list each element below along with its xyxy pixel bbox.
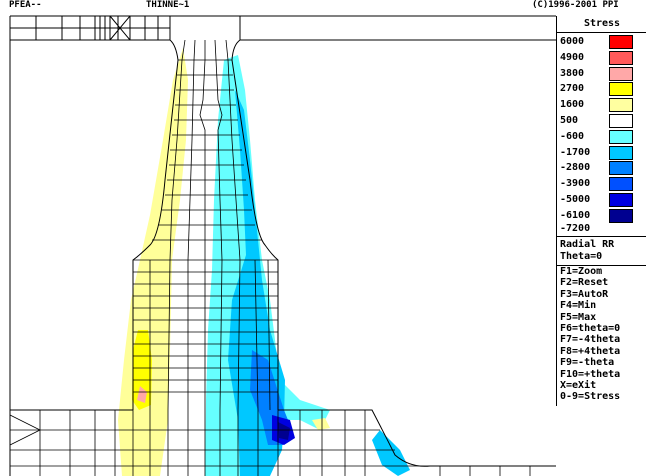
fea-mesh-plot[interactable]	[0, 0, 556, 476]
legend-entry: 4900	[557, 50, 646, 65]
function-key-2[interactable]: F2=Reset	[560, 277, 608, 288]
legend-swatch	[609, 145, 633, 160]
legend-swatch	[609, 161, 633, 176]
function-key-12[interactable]: 0-9=Stress	[560, 391, 620, 402]
function-key-7[interactable]: F7=-4theta	[560, 334, 620, 345]
legend-value: -6100	[560, 209, 591, 221]
contour-cyan-bottom	[372, 430, 410, 476]
legend-value: -1700	[560, 146, 591, 158]
legend-entry: -6100	[557, 208, 646, 223]
legend-swatch	[609, 98, 633, 113]
stress-mode-box: Radial RR Theta=0	[557, 236, 646, 266]
legend-entry: -2800	[557, 160, 646, 176]
legend-entry: 3800	[557, 66, 646, 81]
legend-entry: -1700	[557, 145, 646, 160]
flange-grid	[10, 15, 241, 41]
legend-swatch	[609, 66, 633, 81]
function-key-6[interactable]: F6=theta=0	[560, 323, 620, 334]
legend-value: 1600	[560, 99, 585, 111]
stress-contours	[118, 48, 410, 476]
contour-yellow-left	[118, 48, 188, 476]
legend-value: -600	[560, 130, 585, 142]
function-key-1[interactable]: F1=Zoom	[560, 266, 602, 277]
legend-entry: 500	[557, 113, 646, 128]
theta-value: Theta=0	[560, 251, 603, 262]
legend-title: Stress	[557, 16, 646, 33]
legend-min-label: -7200	[560, 223, 591, 234]
legend-value: -2800	[560, 162, 591, 174]
legend-swatch	[609, 193, 633, 207]
legend-entry: 1600	[557, 97, 646, 113]
function-key-5[interactable]: F5=Max	[560, 312, 596, 323]
legend-swatch	[609, 208, 633, 223]
function-key-9[interactable]: F9=-theta	[560, 357, 614, 368]
legend-value: 500	[560, 115, 579, 126]
legend-value: 3800	[560, 67, 585, 79]
legend-entry: -3900	[557, 176, 646, 192]
legend-entry: -5000	[557, 192, 646, 207]
contour-yellow-bottom	[312, 418, 330, 430]
legend-entry: 2700	[557, 81, 646, 97]
legend-panel: Stress 6000 4900 3800 2700 1600 500 -600 -1700 -…	[556, 16, 646, 406]
legend-swatch	[609, 50, 633, 65]
legend-value: 2700	[560, 83, 585, 95]
legend-value: 4900	[560, 51, 585, 63]
legend-value: -3900	[560, 178, 591, 190]
function-key-4[interactable]: F4=Min	[560, 300, 596, 311]
legend-swatch	[609, 177, 633, 192]
legend-swatch	[609, 82, 633, 97]
function-key-11[interactable]: X=eXit	[560, 380, 596, 391]
legend-entry: 6000	[557, 34, 646, 49]
function-key-10[interactable]: F10=+theta	[560, 369, 620, 380]
legend-value: 6000	[560, 36, 585, 47]
function-key-8[interactable]: F8=+4theta	[560, 346, 620, 357]
legend-entry: -600	[557, 129, 646, 144]
legend-swatch	[609, 35, 633, 49]
stress-component: Radial RR	[560, 239, 615, 250]
legend-swatch	[609, 129, 633, 144]
legend-swatch	[609, 114, 633, 128]
legend-value: -5000	[560, 194, 591, 205]
function-key-3[interactable]: F3=AutoR	[560, 289, 608, 300]
